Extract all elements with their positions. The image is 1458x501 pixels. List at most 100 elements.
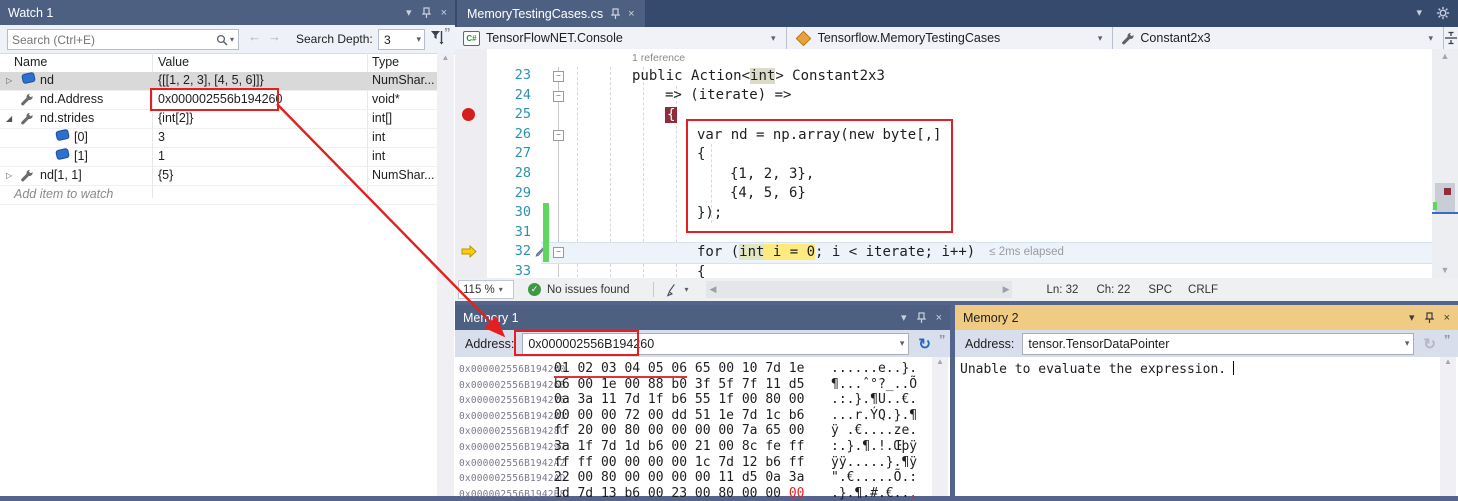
expander-collapsed-icon[interactable]: ▷	[6, 171, 12, 180]
code-editor[interactable]: 1 reference 23−public Action<int> Consta…	[455, 49, 1458, 278]
code-line[interactable]: 32−for (int i = 0; i < iterate; i++)≤ 2m…	[455, 242, 1458, 262]
watch-scrollbar[interactable]: ▲	[437, 53, 454, 496]
watch-row[interactable]: [0]3int	[0, 129, 437, 148]
split-editor-button[interactable]	[1444, 27, 1458, 49]
editor-scrollbar[interactable]: ▲ ▼	[1432, 49, 1458, 278]
tab-memorytestingcases[interactable]: MemoryTestingCases.cs ×	[457, 0, 645, 27]
eol-indicator[interactable]: CRLF	[1188, 284, 1218, 296]
dropdown-icon[interactable]: ▾	[901, 311, 907, 324]
expander-collapsed-icon[interactable]: ▷	[6, 76, 12, 85]
refresh-icon[interactable]: ↻	[918, 335, 931, 353]
overflow-icon[interactable]: ”	[444, 25, 450, 40]
address-input[interactable]	[523, 337, 899, 351]
column-value[interactable]: Value	[158, 55, 189, 69]
scroll-up-icon[interactable]: ▲	[1444, 357, 1452, 366]
pin-icon[interactable]	[611, 8, 620, 20]
horizontal-scrollbar[interactable]: ◀ ▶	[706, 281, 1012, 298]
code-line[interactable]: 31	[455, 223, 1458, 243]
scroll-up-icon[interactable]: ▲	[1432, 49, 1458, 61]
close-icon[interactable]: ×	[936, 312, 942, 324]
codelens-references[interactable]: 1 reference	[632, 52, 685, 64]
watch-value[interactable]: 3	[158, 130, 165, 144]
close-icon[interactable]: ×	[441, 7, 447, 19]
memory2-titlebar[interactable]: Memory 2 ▾ ×	[955, 305, 1458, 330]
watch-value[interactable]: {[[1, 2, 3], [4, 5, 6]]}	[158, 73, 264, 87]
code-token: [,]	[916, 127, 941, 143]
watch-value[interactable]: 1	[158, 149, 165, 163]
dropdown-icon[interactable]: ▾	[1409, 311, 1415, 324]
class-dropdown[interactable]: Tensorflow.MemoryTestingCases ▾	[787, 27, 1114, 49]
back-icon[interactable]: ←	[248, 29, 261, 44]
fold-collapse-icon[interactable]: −	[553, 130, 564, 141]
watch-panel: Watch 1 ▾ × ▾ ← → Search Depth: 3 ▾ ” Na…	[0, 0, 455, 496]
watch-titlebar[interactable]: Watch 1 ▾ ×	[0, 0, 455, 25]
memory1-address-input[interactable]: ▾	[522, 333, 909, 355]
scroll-left-icon[interactable]: ◀	[709, 284, 716, 295]
forward-icon[interactable]: →	[268, 29, 281, 44]
memory1-scrollbar[interactable]: ▲	[932, 357, 948, 496]
scroll-down-icon[interactable]: ▼	[1432, 265, 1458, 275]
overflow-icon[interactable]: ”	[1444, 332, 1450, 347]
watch-add-row[interactable]: Add item to watch	[0, 186, 437, 205]
memory1-titlebar[interactable]: Memory 1 ▾ ×	[455, 305, 950, 330]
memory2-address-input[interactable]: ▾	[1022, 333, 1414, 355]
expander-expanded-icon[interactable]: ◢	[6, 114, 12, 123]
dropdown-icon[interactable]: ▾	[406, 6, 412, 19]
pin-icon[interactable]	[1425, 312, 1434, 324]
zoom-dropdown[interactable]: 115 % ▾	[458, 280, 514, 299]
ascii-segment: ".€.....Õ.:	[831, 470, 917, 485]
breakpoint-icon[interactable]	[462, 108, 475, 121]
code-cleanup-icon[interactable]: ▾	[666, 283, 688, 297]
memory-ascii: ¶...ˆ°?_..Õ	[831, 377, 917, 392]
address-input[interactable]	[1023, 337, 1404, 351]
memory1-address-row: Address: ▾ ↻ ”	[455, 330, 950, 357]
pin-icon[interactable]	[917, 312, 926, 324]
line-indicator[interactable]: Ln: 32	[1046, 284, 1078, 296]
watch-row[interactable]: ▷nd[1, 1]{5}NumShar...	[0, 167, 437, 186]
line-number: 28	[489, 165, 531, 181]
code-line[interactable]: 26−var nd = np.array(new byte[,]	[455, 125, 1458, 145]
column-type[interactable]: Type	[372, 55, 399, 69]
watch-value[interactable]: 0x000002556b194260	[158, 92, 282, 106]
code-line[interactable]: 30});	[455, 203, 1458, 223]
dropdown-icon[interactable]: ▾	[1416, 6, 1422, 20]
watch-value[interactable]: {int[2]}	[158, 111, 193, 125]
scroll-up-icon[interactable]: ▲	[442, 53, 450, 62]
insert-mode-indicator[interactable]: SPC	[1148, 284, 1172, 296]
code-line[interactable]: 24−=> (iterate) =>	[455, 86, 1458, 106]
watch-row[interactable]: ▷nd{[[1, 2, 3], [4, 5, 6]]}NumShar...	[0, 72, 437, 91]
memory2-scrollbar[interactable]: ▲	[1440, 357, 1456, 496]
search-input[interactable]	[8, 33, 216, 47]
fold-collapse-icon[interactable]: −	[553, 247, 564, 258]
watch-row[interactable]: [1]1int	[0, 148, 437, 167]
issues-status[interactable]: No issues found	[547, 284, 629, 296]
column-indicator[interactable]: Ch: 22	[1096, 284, 1130, 296]
search-icon[interactable]: ▾	[216, 34, 238, 46]
close-icon[interactable]: ×	[1444, 312, 1450, 324]
code-line[interactable]: 25{	[455, 105, 1458, 125]
watch-value[interactable]: {5}	[158, 168, 173, 182]
code-line[interactable]: 23−public Action<int> Constant2x3	[455, 66, 1458, 86]
column-name[interactable]: Name	[14, 55, 47, 69]
watch-row[interactable]: nd.Address0x000002556b194260void*	[0, 91, 437, 110]
fold-collapse-icon[interactable]: −	[553, 71, 564, 82]
pin-icon[interactable]	[422, 7, 431, 19]
search-depth-dropdown[interactable]: 3 ▾	[378, 29, 425, 50]
code-line[interactable]: 28{1, 2, 3},	[455, 164, 1458, 184]
byte-segment: 22 00 80 00 00 00 00 11 d5 0a 3a	[554, 470, 804, 485]
close-icon[interactable]: ×	[628, 8, 634, 20]
code-line[interactable]: 29{4, 5, 6}	[455, 184, 1458, 204]
watch-search-box[interactable]: ▾	[7, 29, 239, 50]
filter-pin-icon[interactable]	[430, 29, 444, 45]
overflow-icon[interactable]: ”	[939, 332, 945, 347]
scroll-up-icon[interactable]: ▲	[936, 357, 944, 366]
gear-icon[interactable]	[1436, 6, 1450, 20]
memory-bytes: b6 00 1e 00 88 b0 3f 5f 7f 11 d5	[554, 377, 804, 392]
project-dropdown[interactable]: C# TensorFlowNET.Console ▾	[455, 27, 787, 49]
method-dropdown[interactable]: Constant2x3 ▾	[1113, 27, 1444, 49]
watch-row[interactable]: ◢nd.strides{int[2]}int[]	[0, 110, 437, 129]
fold-collapse-icon[interactable]: −	[553, 91, 564, 102]
code-line[interactable]: 33{	[455, 262, 1458, 278]
code-line[interactable]: 27{	[455, 144, 1458, 164]
scroll-right-icon[interactable]: ▶	[1003, 284, 1010, 295]
